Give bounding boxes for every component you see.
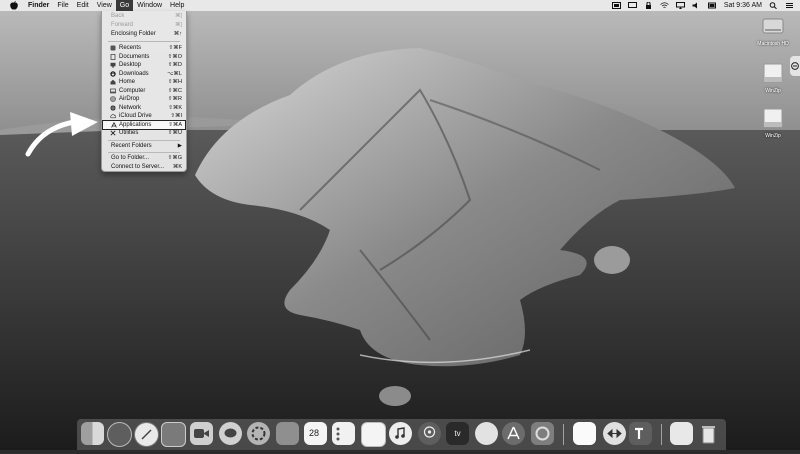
menu-go[interactable]: Go xyxy=(115,0,134,11)
desktop-icon-winzip-1[interactable]: WinZip xyxy=(753,62,793,94)
menu-window[interactable]: Window xyxy=(133,0,166,11)
menu-item-enclosing-folder[interactable]: Enclosing Folder ⌘↑ xyxy=(102,30,186,38)
system-preferences-icon[interactable] xyxy=(531,422,554,445)
menu-item-forward[interactable]: Forward ⌘] xyxy=(102,21,186,29)
computer-icon xyxy=(110,88,116,93)
menu-file[interactable]: File xyxy=(53,0,72,11)
menu-item-desktop[interactable]: Desktop ⇧⌘D xyxy=(102,61,186,69)
submenu-arrow-icon: ▶ xyxy=(177,143,182,149)
menu-bar: Finder File Edit View Go Window Help Sat… xyxy=(0,0,800,11)
preview-icon[interactable] xyxy=(670,422,693,445)
menu-finder[interactable]: Finder xyxy=(24,0,53,11)
hard-drive-icon xyxy=(762,18,784,34)
messages-icon[interactable] xyxy=(219,422,242,445)
airplay-icon[interactable] xyxy=(675,2,685,9)
dock-separator xyxy=(661,424,662,445)
screen-share-icon[interactable] xyxy=(611,2,621,9)
menu-edit[interactable]: Edit xyxy=(73,0,93,11)
menu-item-downloads[interactable]: Downloads ⌥⌘L xyxy=(102,70,186,78)
tv-icon[interactable]: tv xyxy=(446,422,469,445)
handle-icon xyxy=(791,62,799,70)
documents-icon xyxy=(110,53,116,60)
calendar-day: 28 xyxy=(309,428,320,438)
window-app-icon[interactable] xyxy=(573,422,596,445)
app-store-icon[interactable] xyxy=(502,422,525,445)
menu-item-airdrop[interactable]: AirDrop ⇧⌘R xyxy=(102,95,186,103)
home-icon xyxy=(110,79,116,85)
menu-separator xyxy=(108,152,180,153)
trash-icon[interactable] xyxy=(697,422,720,445)
menu-item-computer[interactable]: Computer ⇧⌘C xyxy=(102,87,186,95)
desktop-icon-macintosh-hd[interactable]: Macintosh HD xyxy=(753,15,793,47)
desktop-icon-winzip-2[interactable]: WinZip xyxy=(753,107,793,139)
spotlight-icon[interactable] xyxy=(769,2,778,9)
podcasts-icon[interactable] xyxy=(418,422,441,445)
dock: 28 tv xyxy=(77,419,726,450)
lock-icon[interactable] xyxy=(644,2,653,9)
menu-item-icloud-drive[interactable]: iCloud Drive ⇧⌘I xyxy=(102,112,186,120)
tv-label: tv xyxy=(454,429,461,438)
icloud-icon xyxy=(110,114,116,119)
teams-icon[interactable] xyxy=(629,422,652,445)
facetime-icon[interactable] xyxy=(190,422,213,445)
menu-item-utilities[interactable]: Utilities ⇧⌘U xyxy=(102,129,186,137)
menu-item-recents[interactable]: Recents ⇧⌘F xyxy=(102,44,186,52)
wifi-icon[interactable] xyxy=(660,2,669,9)
menu-clock[interactable]: Sat 9:36 AM xyxy=(724,2,762,9)
battery-icon[interactable] xyxy=(707,2,717,9)
menu-item-connect-to-server[interactable]: Connect to Server... ⌘K xyxy=(102,163,186,171)
menu-item-recent-folders[interactable]: Recent Folders ▶ xyxy=(102,142,186,150)
network-icon xyxy=(110,104,116,111)
utilities-icon xyxy=(110,130,116,136)
downloads-icon xyxy=(110,70,116,77)
desktop-icon xyxy=(110,62,116,68)
photos-icon[interactable] xyxy=(247,422,270,445)
status-area: Sat 9:36 AM xyxy=(611,0,794,11)
display-icon[interactable] xyxy=(627,2,637,9)
music-icon[interactable] xyxy=(389,422,412,445)
volume-icon[interactable] xyxy=(692,2,701,9)
menu-separator xyxy=(108,41,180,42)
menu-item-back[interactable]: Back ⌘[ xyxy=(102,12,186,20)
notes-icon[interactable] xyxy=(361,422,386,447)
sidebar-handle[interactable] xyxy=(790,56,800,76)
airdrop-icon xyxy=(110,96,116,102)
launchpad-icon[interactable] xyxy=(107,422,132,447)
go-menu: Back ⌘[ Forward ⌘] Enclosing Folder ⌘↑ R… xyxy=(101,11,187,172)
applications-icon xyxy=(111,121,117,128)
safari-alt-icon[interactable] xyxy=(475,422,498,445)
white-arrow-pointer-icon xyxy=(25,112,98,157)
menu-item-applications[interactable]: Applications ⇧⌘A xyxy=(102,119,186,130)
menu-item-home[interactable]: Home ⇧⌘H xyxy=(102,78,186,86)
finder-icon[interactable] xyxy=(81,422,104,445)
disk-image-icon xyxy=(763,108,783,128)
recents-icon xyxy=(110,45,116,51)
control-list-icon[interactable] xyxy=(785,2,794,9)
calendar-icon[interactable]: 28 xyxy=(304,422,327,445)
menu-view[interactable]: View xyxy=(93,0,116,11)
menu-separator xyxy=(108,140,180,141)
reminders-icon[interactable] xyxy=(332,422,355,445)
menu-help[interactable]: Help xyxy=(166,0,188,11)
teamviewer-icon[interactable] xyxy=(603,422,626,445)
apple-logo-icon[interactable] xyxy=(10,1,18,10)
notebook-icon[interactable] xyxy=(276,422,299,445)
menu-item-documents[interactable]: Documents ⇧⌘O xyxy=(102,53,186,61)
dock-separator xyxy=(563,424,564,445)
menu-item-network[interactable]: Network ⇧⌘K xyxy=(102,104,186,112)
disk-image-icon xyxy=(763,63,783,83)
menu-item-go-to-folder[interactable]: Go to Folder... ⇧⌘G xyxy=(102,154,186,162)
safari-icon[interactable] xyxy=(134,422,159,447)
photo-viewer-icon[interactable] xyxy=(161,422,186,447)
